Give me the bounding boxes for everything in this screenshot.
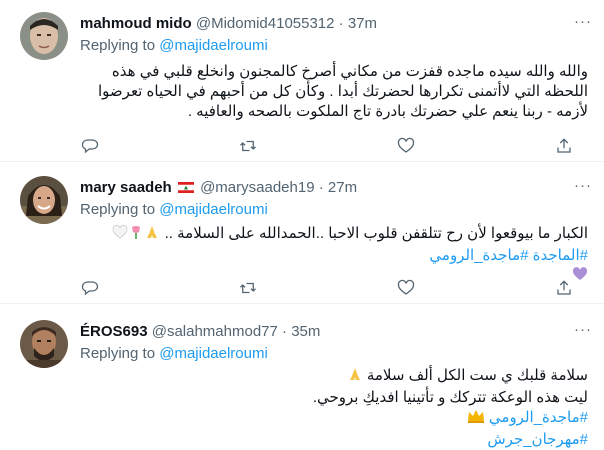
- tweet-line-text: الكبار ما بيوقعوا لأن رح تتلقفن قلوب الا…: [164, 225, 588, 242]
- tweet[interactable]: mahmoud mido @Midomid41055312 · 37m ··· …: [0, 0, 604, 162]
- more-icon[interactable]: ···: [574, 320, 592, 340]
- replying-prefix: Replying to: [80, 345, 156, 362]
- tweet-line: سلامة قلبك ي ست الكل ألف سلامة: [80, 366, 588, 388]
- praying-hands-icon: [347, 366, 363, 388]
- hashtag-link[interactable]: #ماجدة_الرومي: [489, 409, 588, 426]
- replying-handle-link[interactable]: @majidaelroumi: [159, 201, 268, 218]
- display-name[interactable]: mahmoud mido: [80, 15, 192, 32]
- avatar[interactable]: [20, 320, 68, 368]
- replying-handle-link[interactable]: @majidaelroumi: [159, 37, 268, 54]
- replying-prefix: Replying to: [80, 37, 156, 54]
- like-icon[interactable]: [396, 136, 416, 156]
- user-handle[interactable]: @Midomid41055312: [196, 15, 335, 32]
- white-heart-icon: [112, 224, 128, 246]
- avatar[interactable]: [20, 176, 68, 224]
- tweet-text: سلامة قلبك ي ست الكل ألف سلامة ليت هذه ا…: [80, 366, 588, 450]
- tulip-icon: [128, 224, 144, 246]
- share-icon[interactable]: [554, 136, 574, 156]
- crown-icon: [467, 408, 485, 430]
- tweet-line: لأزمه - ربنا ينعم علي حضرتك بادرة تاج ال…: [187, 103, 588, 120]
- timestamp[interactable]: 27m: [328, 179, 357, 196]
- tweet-line: #الماجدة #ماجدة_الرومي: [80, 246, 588, 266]
- replying-handle-link[interactable]: @majidaelroumi: [159, 345, 268, 362]
- reply-icon[interactable]: [80, 136, 100, 156]
- tweet-header: mahmoud mido @Midomid41055312 · 37m: [80, 14, 377, 34]
- replying-to: Replying to @majidaelroumi: [80, 200, 268, 220]
- separator-dot: ·: [318, 179, 324, 196]
- separator-dot: ·: [282, 323, 288, 340]
- tweet-line-text: ليت هذه الوعكة تتركك و تأتينيا افديكِ بر…: [312, 389, 588, 406]
- tweet-header: ÉROS693 @salahmahmod77 · 35m: [80, 322, 320, 342]
- lebanon-flag-icon: [177, 182, 194, 193]
- user-handle[interactable]: @salahmahmod77: [152, 323, 278, 340]
- retweet-icon[interactable]: [238, 278, 258, 298]
- reply-icon[interactable]: [80, 278, 100, 298]
- timestamp[interactable]: 37m: [348, 15, 377, 32]
- display-name[interactable]: ÉROS693: [80, 323, 148, 340]
- tweet-line: #مهرجان_جرش: [80, 430, 588, 450]
- timestamp[interactable]: 35m: [291, 323, 320, 340]
- replying-to: Replying to @majidaelroumi: [80, 36, 268, 56]
- tweet-line: اللحظه التي لاأتمنى تكرارها لحضرتك أبدا …: [98, 83, 588, 100]
- tweet-actions: [80, 136, 574, 156]
- tweet-actions: [80, 278, 574, 298]
- replying-prefix: Replying to: [80, 201, 156, 218]
- tweet-line: والله والله سيده ماجده قفزت من مكاني أصر…: [111, 63, 588, 80]
- tweet[interactable]: mary saadeh @marysaadeh19 · 27m ··· Repl…: [0, 162, 604, 304]
- share-icon[interactable]: [554, 278, 574, 298]
- tweet[interactable]: ÉROS693 @salahmahmod77 · 35m ··· Replyin…: [0, 304, 604, 448]
- avatar-image: [20, 12, 68, 60]
- praying-hands-icon: [144, 224, 160, 246]
- hashtag-link[interactable]: #مهرجان_جرش: [487, 431, 588, 448]
- tweet-line: #ماجدة_الرومي: [80, 408, 588, 430]
- purple-heart-icon: [572, 266, 588, 288]
- hashtag-link[interactable]: #الماجدة #ماجدة_الرومي: [429, 247, 588, 264]
- user-handle[interactable]: @marysaadeh19: [200, 179, 314, 196]
- avatar[interactable]: [20, 12, 68, 60]
- retweet-icon[interactable]: [238, 136, 258, 156]
- tweet-text: والله والله سيده ماجده قفزت من مكاني أصر…: [80, 62, 588, 122]
- tweet-line: ليت هذه الوعكة تتركك و تأتينيا افديكِ بر…: [80, 388, 588, 408]
- tweet-line-text: سلامة قلبك ي ست الكل ألف سلامة: [366, 367, 588, 384]
- display-name[interactable]: mary saadeh: [80, 179, 172, 196]
- avatar-image: [20, 176, 68, 224]
- tweet-line: الكبار ما بيوقعوا لأن رح تتلقفن قلوب الا…: [80, 224, 588, 246]
- more-icon[interactable]: ···: [574, 176, 592, 196]
- tweet-header: mary saadeh @marysaadeh19 · 27m: [80, 178, 357, 198]
- like-icon[interactable]: [396, 278, 416, 298]
- avatar-image: [20, 320, 68, 368]
- more-icon[interactable]: ···: [574, 12, 592, 32]
- separator-dot: ·: [338, 15, 344, 32]
- replying-to: Replying to @majidaelroumi: [80, 344, 268, 364]
